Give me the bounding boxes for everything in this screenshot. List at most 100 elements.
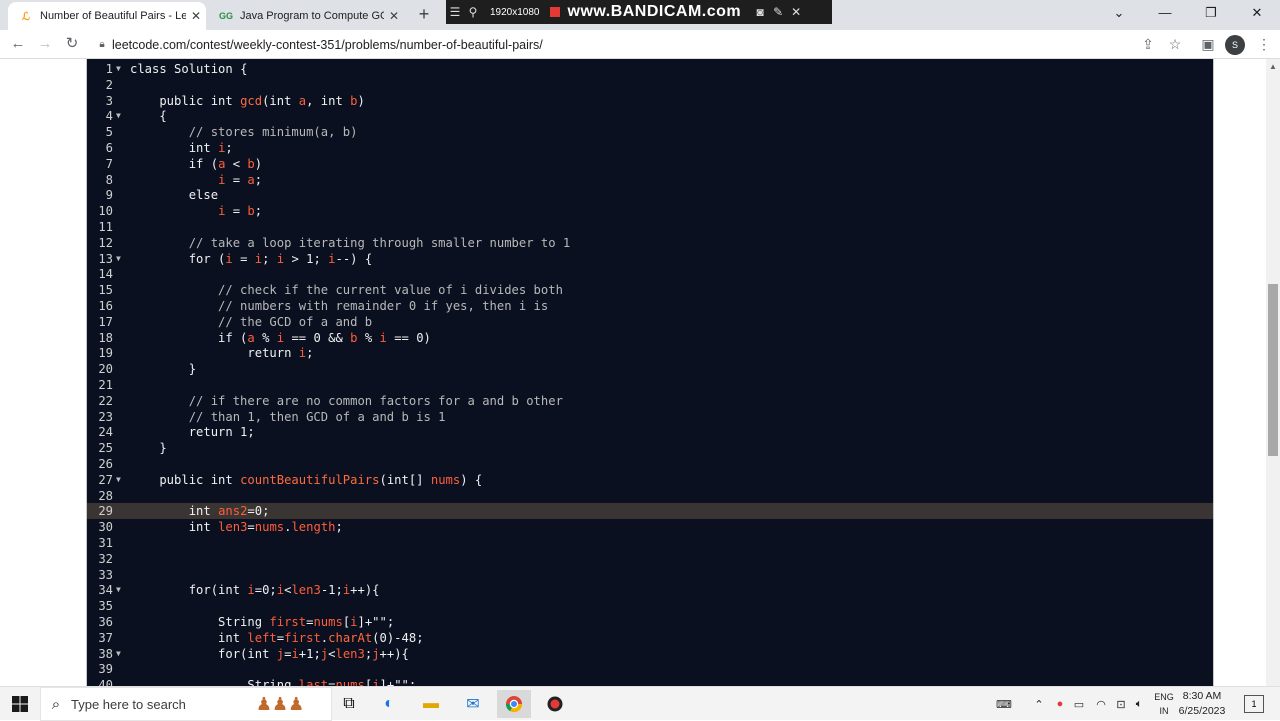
address-bar[interactable]: 🔒︎ leetcode.com/contest/weekly-contest-3… [92, 32, 1192, 57]
back-icon[interactable]: ← [6, 32, 30, 56]
notification-badge[interactable]: 1 [1244, 695, 1264, 713]
close-icon[interactable]: ✕ [186, 9, 206, 23]
code-line[interactable]: 4 ▼ { [87, 108, 1214, 124]
code-line[interactable]: 16 // numbers with remainder 0 if yes, t… [87, 298, 1214, 314]
code-line[interactable]: 18 if (a % i == 0 && b % i == 0) [87, 330, 1214, 346]
code-line[interactable]: 40 String last=nums[j]+""; [87, 677, 1214, 686]
code-text[interactable]: if (a < b) [130, 156, 262, 172]
network-icon[interactable]: ⊡ [1112, 687, 1130, 721]
code-text[interactable]: // stores minimum(a, b) [130, 124, 358, 140]
tab-leetcode[interactable]: ℒ Number of Beautiful Pairs - Leet ✕ [8, 2, 206, 30]
code-line[interactable]: 6 int i; [87, 140, 1214, 156]
record-tray-icon[interactable]: ● [1052, 687, 1068, 721]
code-line[interactable]: 39 [87, 661, 1214, 677]
code-text[interactable]: int len3=nums.length; [130, 519, 343, 535]
code-text[interactable]: return 1; [130, 424, 255, 440]
menu-icon[interactable]: ☰ [446, 5, 464, 19]
bandicam-icon[interactable] [538, 690, 572, 718]
record-icon[interactable] [549, 7, 560, 17]
code-line[interactable]: 15 // check if the current value of i di… [87, 282, 1214, 298]
edge-icon[interactable]: ◐ [372, 690, 406, 718]
keyboard-icon[interactable]: ⌨ [990, 687, 1018, 721]
scroll-thumb[interactable] [1268, 284, 1278, 456]
code-line[interactable]: 36 String first=nums[i]+""; [87, 614, 1214, 630]
chrome-icon[interactable] [497, 690, 531, 718]
taskbar-search[interactable]: ⌕ Type here to search ♟♟♟ [40, 687, 332, 721]
fold-arrow-icon[interactable]: ▼ [116, 646, 121, 662]
code-line[interactable]: 25 } [87, 440, 1214, 456]
code-text[interactable]: } [130, 361, 196, 377]
fold-arrow-icon[interactable]: ▼ [116, 61, 121, 77]
code-line[interactable]: 27 ▼ public int countBeautifulPairs(int[]… [87, 472, 1214, 488]
restore-icon[interactable]: ❐ [1188, 0, 1234, 28]
code-text[interactable]: if (a % i == 0 && b % i == 0) [130, 330, 431, 346]
fold-arrow-icon[interactable]: ▼ [116, 251, 121, 267]
code-line[interactable]: 7 if (a < b) [87, 156, 1214, 172]
code-text[interactable]: // check if the current value of i divid… [130, 282, 563, 298]
camera-icon[interactable]: ◙ [751, 5, 769, 19]
code-line[interactable]: 23 // than 1, then GCD of a and b is 1 [87, 409, 1214, 425]
code-line[interactable]: 29 int ans2=0; [87, 503, 1214, 520]
code-line[interactable]: 8 i = a; [87, 172, 1214, 188]
code-text[interactable]: class Solution { [130, 61, 247, 77]
code-text[interactable]: public int countBeautifulPairs(int[] num… [130, 472, 482, 488]
close-icon[interactable]: ✕ [1234, 0, 1280, 28]
code-text[interactable]: String first=nums[i]+""; [130, 614, 394, 630]
code-line[interactable]: 26 [87, 456, 1214, 472]
code-text[interactable]: for(int i=0;i<len3-1;i++){ [130, 582, 380, 598]
code-line[interactable]: 13 ▼ for (i = i; i > 1; i--) { [87, 251, 1214, 267]
code-editor[interactable]: 1 ▼ class Solution {2 3 public int gcd(int … [87, 59, 1214, 686]
close-icon[interactable]: ✕ [384, 9, 404, 23]
wifi-icon[interactable]: ◠ [1092, 687, 1110, 721]
code-text[interactable]: } [130, 440, 166, 456]
code-line[interactable]: 28 [87, 488, 1214, 504]
fold-arrow-icon[interactable]: ▼ [116, 108, 121, 124]
code-text[interactable]: i = a; [130, 172, 262, 188]
code-text[interactable]: // than 1, then GCD of a and b is 1 [130, 409, 446, 425]
task-view-icon[interactable]: ⧉ [332, 690, 366, 718]
code-text[interactable]: int i; [130, 140, 233, 156]
code-text[interactable]: // if there are no common factors for a … [130, 393, 563, 409]
code-line[interactable]: 11 [87, 219, 1214, 235]
code-line[interactable]: 12 // take a loop iterating through smal… [87, 235, 1214, 251]
code-line[interactable]: 38 ▼ for(int j=i+1;j<len3;j++){ [87, 646, 1214, 662]
reload-icon[interactable]: ↻ [60, 32, 84, 56]
code-line[interactable]: 30 int len3=nums.length; [87, 519, 1214, 535]
scroll-up-icon[interactable]: ▲ [1266, 59, 1280, 75]
close-icon[interactable]: ✕ [787, 5, 805, 19]
code-line[interactable]: 19 return i; [87, 345, 1214, 361]
code-line[interactable]: 21 [87, 377, 1214, 393]
code-line[interactable]: 33 [87, 567, 1214, 583]
battery-icon[interactable]: ▭ [1070, 687, 1088, 721]
code-line[interactable]: 17 // the GCD of a and b [87, 314, 1214, 330]
star-icon[interactable]: ☆ [1163, 32, 1187, 56]
code-line[interactable]: 32 [87, 551, 1214, 567]
code-line[interactable]: 31 [87, 535, 1214, 551]
avatar[interactable]: S [1225, 35, 1245, 55]
pin-icon[interactable]: ⚲ [464, 5, 482, 19]
code-line[interactable]: 3 public int gcd(int a, int b) [87, 93, 1214, 109]
file-explorer-icon[interactable]: ▬ [414, 690, 448, 718]
forward-icon[interactable]: → [33, 32, 57, 56]
minimize-icon[interactable]: — [1142, 0, 1188, 28]
chevron-up-icon[interactable]: ⌃ [1030, 687, 1048, 721]
code-text[interactable]: i = b; [130, 203, 262, 219]
mute-icon[interactable]: 🔈︎ [1130, 687, 1148, 721]
code-line[interactable]: 1 ▼ class Solution { [87, 61, 1214, 77]
code-text[interactable]: return i; [130, 345, 313, 361]
windows-start-button[interactable] [0, 687, 40, 721]
code-text[interactable]: { [130, 108, 166, 124]
code-text[interactable]: // the GCD of a and b [130, 314, 372, 330]
new-tab-button[interactable]: + [414, 4, 434, 24]
code-text[interactable]: public int gcd(int a, int b) [130, 93, 364, 109]
more-icon[interactable]: ⋮ [1252, 32, 1276, 56]
url-text[interactable]: leetcode.com/contest/weekly-contest-351/… [112, 38, 543, 52]
code-text[interactable]: // numbers with remainder 0 if yes, then… [130, 298, 548, 314]
code-text[interactable]: for(int j=i+1;j<len3;j++){ [130, 646, 409, 662]
lock-icon[interactable]: 🔒︎ [92, 39, 112, 50]
mail-icon[interactable]: ✉ [456, 690, 490, 718]
code-line[interactable]: 2 [87, 77, 1214, 93]
page-scrollbar[interactable]: ▲ [1266, 59, 1280, 686]
code-text[interactable]: else [130, 187, 218, 203]
code-line[interactable]: 5 // stores minimum(a, b) [87, 124, 1214, 140]
